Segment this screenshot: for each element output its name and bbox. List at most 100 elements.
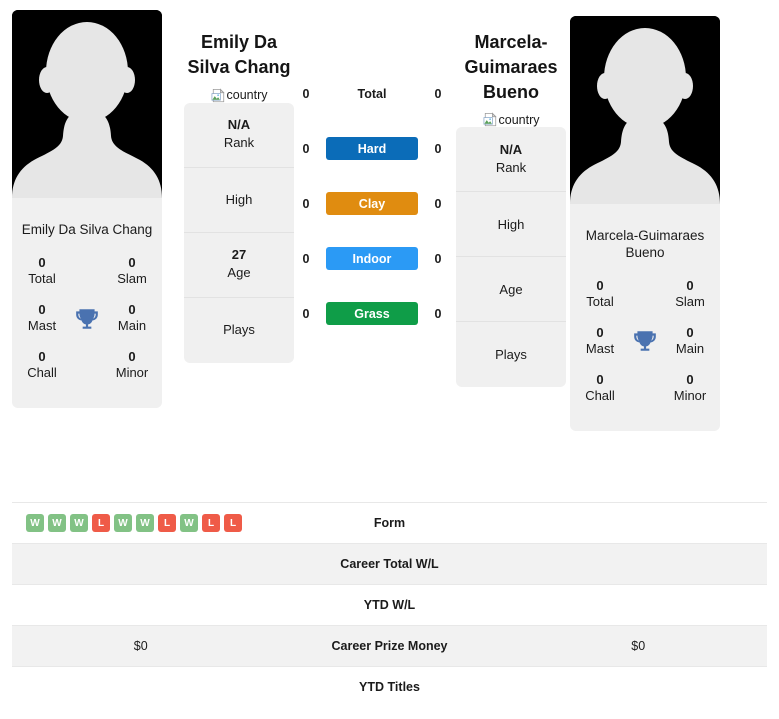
surface-value-left: 0 — [302, 86, 310, 101]
player-title-line3: Bueno — [483, 81, 539, 102]
surface-label-indoor: Indoor — [326, 247, 418, 270]
form-cell-left: WWWLWWLWLL — [12, 514, 270, 532]
stat-value: 0 — [686, 324, 694, 340]
titles-grid-right: 0 Total 0 Slam 0 Mast 0 Main 0 Chall 0 M… — [570, 268, 720, 431]
country-alt-text: country — [226, 88, 268, 103]
stat-total-left: 0 Total — [16, 255, 68, 288]
surface-comparison-column: 0 Total 0 0 Hard 0 0 Clay 0 0 Indoor 0 0 — [298, 8, 446, 341]
player-card-left[interactable]: Emily Da Silva Chang 0 Total 0 Slam 0 Ma… — [12, 10, 162, 409]
stat-label: Total — [586, 294, 614, 309]
form-badge-loss: L — [92, 514, 110, 532]
surface-value-left: 0 — [302, 306, 310, 321]
surface-value-left: 0 — [302, 141, 310, 156]
stat-label: Mast — [585, 341, 615, 357]
stat-value: 0 — [596, 277, 604, 293]
stat-value: 0 — [128, 349, 136, 365]
surface-value-right: 0 — [434, 141, 442, 156]
stat-label: Main — [675, 341, 705, 357]
info-age-left: 27 Age — [184, 233, 294, 298]
stat-value: 0 — [596, 372, 604, 388]
player-title-right: Marcela- Guimaraes Bueno — [446, 30, 576, 104]
surface-value-left: 0 — [302, 251, 310, 266]
info-high-left: High — [184, 168, 294, 233]
stat-label: Minor — [673, 388, 707, 404]
stat-row-label: YTD Titles — [359, 680, 420, 694]
stat-label: Minor — [115, 365, 149, 381]
info-value: N/A — [227, 117, 251, 133]
stat-slam-right: 0 Slam — [664, 278, 716, 311]
info-plays-left: Plays — [184, 298, 294, 363]
stat-label: Chall — [27, 365, 57, 381]
info-age-right: Age — [456, 257, 566, 323]
info-stack-left: N/A Rank High 27 Age Plays — [184, 102, 294, 363]
form-badges-left: WWWLWWLWLL — [12, 514, 270, 532]
info-label: Age — [499, 281, 523, 297]
stat-value: 0 — [686, 372, 694, 388]
player-title-line2: Guimaraes — [464, 56, 558, 77]
info-label: High — [225, 191, 253, 207]
info-high-right: High — [456, 192, 566, 258]
country-flag-right: country — [483, 112, 540, 127]
player-card-right[interactable]: Marcela-Guimaraes Bueno 0 Total 0 Slam 0… — [570, 16, 720, 432]
trophy-icon — [626, 328, 664, 354]
player-title-line1: Emily Da — [200, 32, 278, 52]
stats-comparison-table: WWWLWWLWLL Form Career Total W/L YTD W/L… — [0, 502, 779, 707]
surface-label-grass: Grass — [326, 302, 418, 325]
stat-label: Slam — [117, 271, 147, 287]
stat-value: 0 — [38, 349, 46, 365]
stat-row-label: YTD W/L — [363, 598, 416, 612]
stat-total-right: 0 Total — [574, 278, 626, 311]
form-badge-loss: L — [224, 514, 242, 532]
stat-row-career-total-wl: Career Total W/L — [12, 543, 767, 584]
surface-row-grass: 0 Grass 0 — [298, 286, 446, 341]
surface-value-right: 0 — [434, 196, 442, 211]
info-label: Plays — [223, 322, 255, 338]
stat-label: Total — [28, 271, 56, 287]
info-label: Rank — [495, 160, 527, 176]
titles-grid-left: 0 Total 0 Slam 0 Mast 0 Main 0 Chall 0 M… — [12, 245, 162, 408]
stat-value: 0 — [38, 254, 46, 270]
country-alt-text: country — [498, 112, 540, 127]
country-flag-left: country — [211, 88, 268, 103]
info-stack-right: N/A Rank High Age Plays — [456, 127, 566, 388]
stat-mast-right: 0 Mast — [574, 325, 626, 358]
form-badge-win: W — [26, 514, 44, 532]
stat-value: 0 — [596, 324, 604, 340]
player-photo-left — [12, 10, 162, 210]
stat-value: 0 — [128, 254, 136, 270]
stat-chall-left: 0 Chall — [16, 349, 68, 382]
form-badge-loss: L — [202, 514, 220, 532]
stat-row-career-prize-money: $0 Career Prize Money $0 — [12, 625, 767, 666]
surface-value-right: 0 — [434, 86, 442, 101]
surface-row-indoor: 0 Indoor 0 — [298, 231, 446, 286]
stat-row-ytd-titles: YTD Titles — [12, 666, 767, 707]
stat-label: Chall — [585, 388, 615, 404]
stat-value: 0 — [38, 302, 46, 318]
stat-value: 0 — [686, 277, 694, 293]
stat-minor-left: 0 Minor — [106, 349, 158, 382]
stat-row-ytd-wl: YTD W/L — [12, 584, 767, 625]
form-badge-win: W — [180, 514, 198, 532]
surface-label-total: Total — [357, 86, 387, 101]
surface-value-left: 0 — [302, 196, 310, 211]
stat-row-label: Form — [373, 516, 406, 530]
info-label: High — [497, 216, 525, 232]
info-label: Rank — [223, 135, 255, 151]
form-badge-win: W — [136, 514, 154, 532]
info-value: 27 — [231, 247, 247, 263]
info-value: N/A — [499, 142, 523, 158]
stat-label: Mast — [27, 318, 57, 334]
surface-value-right: 0 — [434, 306, 442, 321]
player-comparison-page: Emily Da Silva Chang 0 Total 0 Slam 0 Ma… — [0, 0, 779, 719]
surface-label-hard: Hard — [326, 137, 418, 160]
player-title-line2: Silva Chang — [187, 56, 291, 77]
comparison-header: Emily Da Silva Chang 0 Total 0 Slam 0 Ma… — [0, 0, 779, 492]
value-right: $0 — [631, 639, 646, 653]
surface-label-clay: Clay — [326, 192, 418, 215]
player-card-name-left: Emily Da Silva Chang — [21, 222, 153, 237]
form-badge-win: W — [48, 514, 66, 532]
surface-row-total: 0 Total 0 — [298, 66, 446, 121]
surface-row-hard: 0 Hard 0 — [298, 121, 446, 176]
player-photo-right — [570, 16, 720, 216]
stat-main-left: 0 Main — [106, 302, 158, 335]
